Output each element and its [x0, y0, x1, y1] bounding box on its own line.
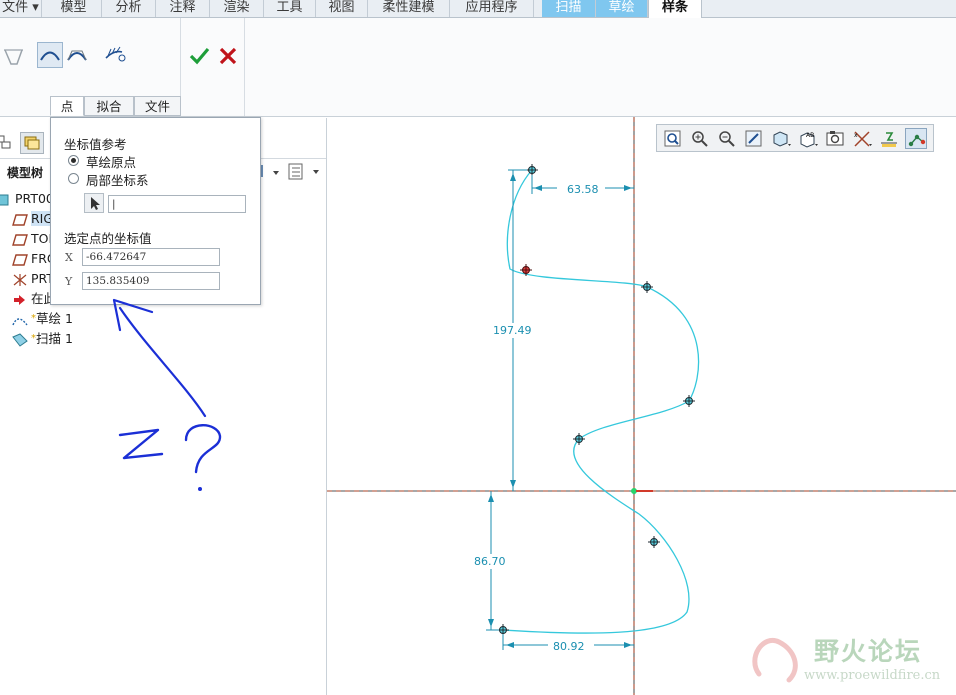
datum-plane-icon — [12, 253, 28, 267]
local-cs-collector[interactable]: | — [108, 195, 246, 213]
tree-item-right-plane[interactable]: RIG — [12, 210, 54, 228]
spline-curve[interactable] — [502, 169, 700, 634]
svg-text:x: x — [854, 132, 858, 139]
refit-icon[interactable] — [662, 128, 684, 149]
control-polygon-icon[interactable] — [0, 44, 26, 70]
sketch-icon — [12, 313, 28, 327]
subtab-fit[interactable]: 拟合 — [84, 96, 134, 116]
display-style-icon[interactable] — [770, 128, 792, 149]
control-points-icon[interactable] — [64, 42, 90, 68]
selected-point-title: 选定点的坐标值 — [64, 231, 152, 246]
layer-tree-icon[interactable] — [0, 132, 14, 152]
datum-plane-icon — [12, 213, 28, 227]
cancel-x-icon[interactable] — [215, 43, 241, 69]
tree-filter-icon[interactable] — [287, 162, 323, 182]
tab-view[interactable]: 视图 — [316, 0, 368, 17]
tree-item-sweep-1[interactable]: *扫描 1 — [12, 330, 73, 348]
points-popup-panel: 坐标值参考 草绘原点 局部坐标系 | 选定点的坐标值 X -66.472647 … — [50, 117, 261, 305]
dimension-bottom-vertical[interactable]: 86.70 — [469, 491, 513, 631]
coord-ref-title: 坐标值参考 — [64, 137, 127, 152]
subtab-file[interactable]: 文件 — [134, 96, 181, 116]
repaint-icon[interactable] — [743, 128, 765, 149]
x-label: X — [65, 251, 73, 264]
ribbon-tab-bar: 文件 ▾ 模型 分析 注释 渲染 工具 视图 柔性建模 应用程序 扫描 草绘 样… — [0, 0, 956, 18]
handwritten-annotation: z ? — [112, 298, 222, 491]
tab-sketch[interactable]: 草绘 — [596, 0, 648, 17]
part-icon — [0, 193, 12, 207]
y-label: Y — [65, 275, 73, 288]
tab-flexible-modeling[interactable]: 柔性建模 — [368, 0, 450, 17]
zoom-in-icon[interactable] — [689, 128, 711, 149]
interpolation-points-icon[interactable] — [37, 42, 63, 68]
sketcher-display-icon[interactable] — [905, 128, 927, 149]
tab-annotate[interactable]: 注释 — [156, 0, 210, 17]
tab-tools[interactable]: 工具 — [264, 0, 316, 17]
view-manager-icon[interactable] — [824, 128, 846, 149]
tab-sweep[interactable]: 扫描 — [542, 0, 596, 17]
svg-text:80.92: 80.92 — [553, 640, 585, 653]
ribbon-panel: 点 拟合 文件 — [0, 18, 956, 117]
radio-sketch-origin-label: 草绘原点 — [86, 155, 137, 170]
tab-spline[interactable]: 样条 — [648, 0, 702, 18]
x-value-field[interactable]: -66.472647 — [82, 248, 220, 266]
subtab-points[interactable]: 点 — [50, 96, 84, 116]
tab-applications[interactable]: 应用程序 — [450, 0, 534, 17]
tab-file[interactable]: 文件 ▾ — [0, 0, 42, 17]
spline-point[interactable] — [648, 536, 660, 548]
spline-point[interactable] — [641, 281, 653, 293]
tree-item-top-plane[interactable]: TOI — [12, 230, 52, 248]
folder-browser-icon[interactable] — [20, 132, 44, 154]
tab-analysis[interactable]: 分析 — [102, 0, 156, 17]
svg-text:AB: AB — [806, 132, 814, 139]
tree-item-csys[interactable]: PRT — [12, 270, 54, 288]
datum-display-icon[interactable]: x — [851, 128, 873, 149]
spline-point[interactable] — [573, 433, 585, 445]
graphics-toolbar: AB x — [656, 124, 934, 152]
model-tree-label: 模型树 — [7, 166, 44, 180]
tree-item-sketch-1[interactable]: *草绘 1 — [12, 310, 73, 328]
sweep-icon — [12, 332, 28, 347]
dimension-top-horizontal[interactable]: 63.58 — [531, 175, 634, 196]
ribbon-separator — [244, 18, 245, 116]
dimension-left-vertical[interactable]: 197.49 — [489, 169, 533, 491]
spline-point-selected[interactable] — [520, 264, 532, 276]
svg-text:197.49: 197.49 — [493, 324, 532, 337]
radio-local-cs-label: 局部坐标系 — [86, 173, 149, 188]
coordinate-system-icon — [12, 273, 28, 287]
svg-text:86.70: 86.70 — [474, 555, 506, 568]
confirm-check-icon[interactable] — [187, 43, 213, 69]
tab-model[interactable]: 模型 — [46, 0, 102, 17]
dimension-bottom-horizontal[interactable]: 80.92 — [502, 634, 634, 653]
datum-plane-icon — [12, 233, 28, 247]
watermark-url: www.proewildfire.cn — [804, 668, 941, 683]
sketch-canvas[interactable]: 63.58 197.49 86.70 80.92 — [327, 117, 956, 695]
radio-local-cs[interactable] — [68, 173, 79, 184]
insert-here-arrow-icon — [12, 293, 28, 307]
y-value-field[interactable]: 135.835409 — [82, 272, 220, 290]
tree-settings-icon[interactable] — [259, 162, 283, 182]
tab-render[interactable]: 渲染 — [210, 0, 264, 17]
svg-text:63.58: 63.58 — [567, 183, 599, 196]
saved-orientation-icon[interactable]: AB — [797, 128, 819, 149]
sketch-view-icon[interactable] — [878, 128, 900, 149]
spline-point[interactable] — [683, 395, 695, 407]
zoom-out-icon[interactable] — [716, 128, 738, 149]
select-pointer-icon[interactable] — [84, 193, 104, 213]
curvature-analysis-icon[interactable] — [102, 42, 128, 68]
watermark-logo-icon — [745, 628, 805, 688]
radio-sketch-origin[interactable] — [68, 155, 79, 166]
watermark-title: 野火论坛 — [814, 637, 923, 666]
